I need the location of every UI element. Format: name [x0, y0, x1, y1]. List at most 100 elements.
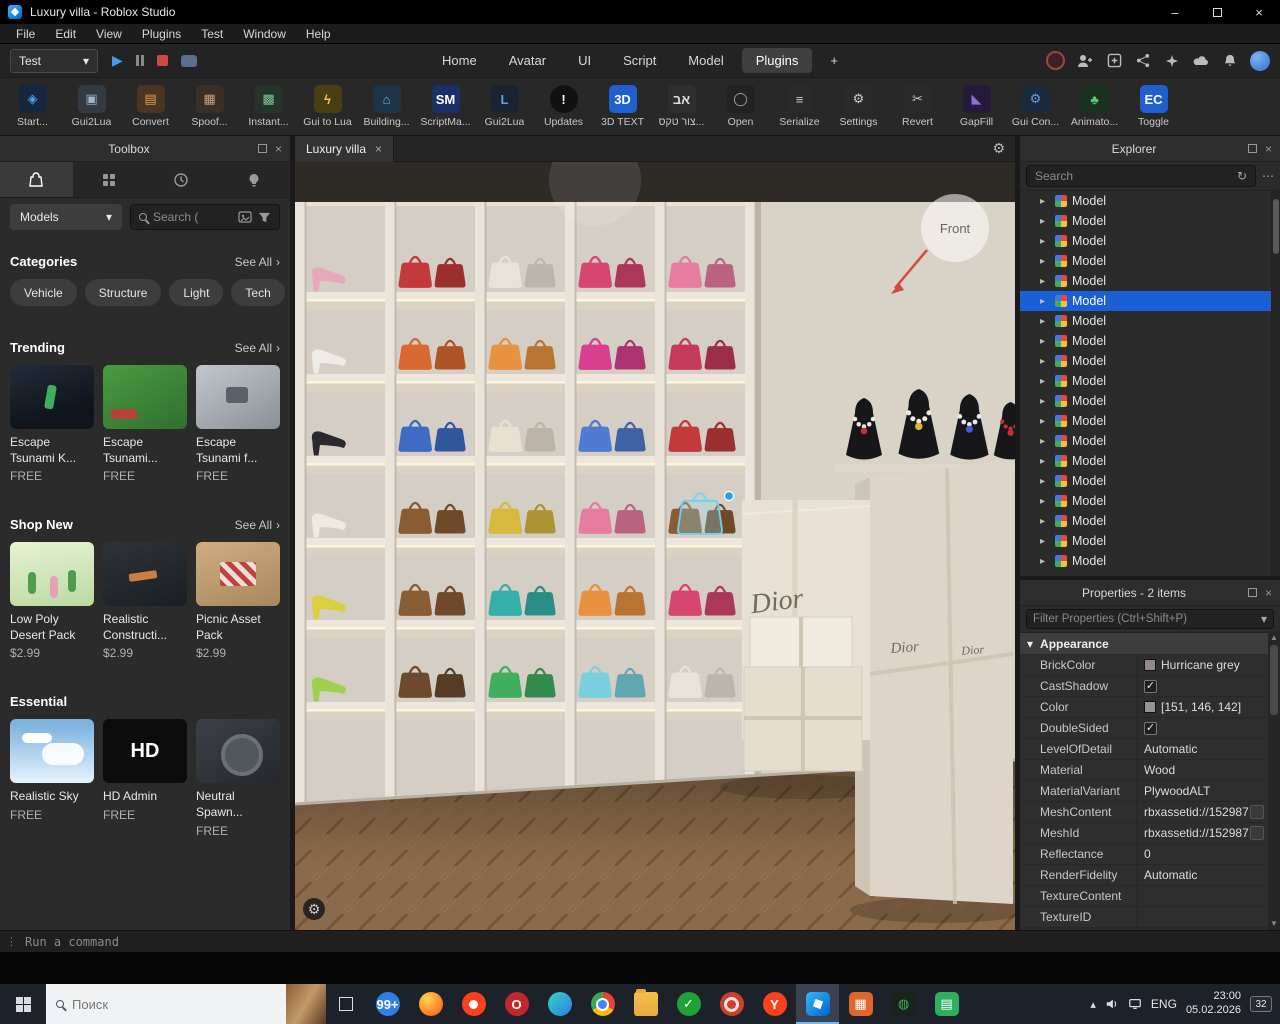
expand-arrow-icon[interactable]: ▸ [1040, 376, 1050, 387]
ribbon-tab[interactable]: Model [674, 48, 737, 73]
property-name[interactable]: CastShadow [1020, 676, 1138, 696]
taskbar-app[interactable] [409, 984, 452, 1024]
property-value[interactable]: ✓ [1138, 907, 1268, 927]
category-pill[interactable]: Light [169, 279, 224, 306]
see-all-shop-new-link[interactable]: See All › [235, 518, 280, 532]
taskbar-app[interactable]: ✓ [667, 984, 710, 1024]
toolbox-tab-recent[interactable] [145, 162, 218, 197]
ribbon-tab[interactable]: Avatar [495, 48, 560, 73]
explorer-item-model[interactable]: ▸ Model [1020, 391, 1280, 411]
close-panel-icon[interactable]: × [1265, 142, 1272, 156]
3d-viewport[interactable]: Dior Dior Dior Front ⚙ [295, 162, 1015, 930]
category-pill[interactable]: Tech [231, 279, 285, 306]
taskbar-app[interactable] [624, 984, 667, 1024]
taskbar-app[interactable]: Y [753, 984, 796, 1024]
property-name[interactable]: MeshId [1020, 823, 1138, 843]
ribbon-plugin-button[interactable]: ! Updates [534, 78, 593, 135]
ribbon-plugin-button[interactable]: ◈ Start... [3, 78, 62, 135]
expand-arrow-icon[interactable]: ▸ [1040, 216, 1050, 227]
menu-item[interactable]: Edit [45, 25, 86, 43]
ribbon-tab[interactable]: Home [428, 48, 491, 73]
explorer-item-model[interactable]: ▸ Model [1020, 311, 1280, 331]
clock[interactable]: 23:00 05.02.2026 [1186, 990, 1241, 1018]
see-all-categories-link[interactable]: See All › [235, 255, 280, 269]
explorer-item-model[interactable]: ▸ Model [1020, 431, 1280, 451]
stop-button[interactable] [156, 55, 168, 66]
expand-arrow-icon[interactable]: ▸ [1040, 456, 1050, 467]
assistant-sparkle-icon[interactable] [1163, 52, 1181, 70]
explorer-item-model[interactable]: ▸ Model [1020, 251, 1280, 271]
document-tab[interactable]: Luxury villa × [295, 135, 395, 162]
close-button[interactable]: × [1238, 0, 1280, 24]
property-name[interactable]: MeshContent [1020, 802, 1138, 822]
ribbon-plugin-button[interactable]: ⚙ Settings [829, 78, 888, 135]
chevron-down-icon[interactable]: ▾ [1261, 612, 1267, 626]
pause-button[interactable] [135, 55, 144, 66]
start-button[interactable] [0, 984, 46, 1024]
ribbon-plugin-button[interactable]: EC Toggle [1124, 78, 1183, 135]
properties-filter[interactable]: ▾ [1026, 609, 1274, 629]
ribbon-plugin-button[interactable]: ⚙ Gui Con... [1006, 78, 1065, 135]
scroll-up-icon[interactable]: ▲ [1270, 633, 1278, 642]
ribbon-plugin-button[interactable]: ▤ Convert [121, 78, 180, 135]
property-name[interactable]: DoubleSided [1020, 718, 1138, 738]
property-value[interactable]: ✓ rbxassetid://152987 [1138, 802, 1268, 822]
asset-category-dropdown[interactable]: Models ▾ [10, 204, 122, 230]
property-value[interactable]: ✓ [1138, 676, 1268, 696]
ribbon-plugin-button[interactable]: ≡ Serialize [770, 78, 829, 135]
menu-item[interactable]: View [86, 25, 132, 43]
ribbon-plugin-button[interactable]: ▦ Spoof... [180, 78, 239, 135]
expand-arrow-icon[interactable]: ▸ [1040, 316, 1050, 327]
volume-icon[interactable] [1105, 997, 1119, 1011]
explorer-item-model[interactable]: ▸ Model [1020, 371, 1280, 391]
scrollbar-thumb[interactable] [1272, 199, 1279, 254]
menu-item[interactable]: Test [191, 25, 233, 43]
asset-card[interactable]: Picnic Asset Pack $2.99 [196, 542, 280, 660]
property-value[interactable]: ✓ [1138, 718, 1268, 738]
asset-card[interactable]: HD HD Admin FREE [103, 719, 187, 837]
taskbar-app[interactable] [796, 984, 839, 1024]
taskbar-app[interactable]: 99+ [366, 984, 409, 1024]
explorer-item-model[interactable]: ▸ Model [1020, 451, 1280, 471]
properties-filter-input[interactable] [1033, 613, 1257, 625]
expand-arrow-icon[interactable]: ▸ [1040, 516, 1050, 527]
scroll-down-icon[interactable]: ▼ [1270, 919, 1278, 928]
taskbar-app[interactable] [538, 984, 581, 1024]
float-panel-icon[interactable] [1247, 588, 1257, 597]
asset-picker-icon[interactable] [1250, 826, 1264, 840]
scrollbar-thumb[interactable] [1270, 645, 1278, 715]
property-value[interactable]: ✓ Wood [1138, 760, 1268, 780]
ribbon-plugin-button[interactable]: 3D 3D TEXT [593, 78, 652, 135]
float-panel-icon[interactable] [257, 144, 267, 153]
property-name[interactable]: Material [1020, 760, 1138, 780]
hidden-icons-chevron[interactable]: ▴ [1090, 998, 1096, 1011]
drag-handle[interactable] [723, 490, 735, 502]
more-options-icon[interactable]: ⋯ [1262, 169, 1274, 183]
property-name[interactable]: TextureID [1020, 907, 1138, 927]
ribbon-plugin-button[interactable]: ▣ Gui2Lua [62, 78, 121, 135]
expand-arrow-icon[interactable]: ▸ [1040, 396, 1050, 407]
explorer-item-model[interactable]: ▸ Model [1020, 551, 1280, 571]
property-value[interactable]: ✓ Automatic [1138, 739, 1268, 759]
toolbox-search[interactable] [130, 204, 280, 230]
toolbox-tab-inventory[interactable] [73, 162, 146, 197]
explorer-item-model[interactable]: ▸ Model [1020, 351, 1280, 371]
ribbon-tab[interactable]: Script [609, 48, 670, 73]
minimize-button[interactable]: – [1154, 0, 1196, 24]
ribbon-tab[interactable]: + [816, 48, 852, 73]
ribbon-plugin-button[interactable]: אב צור טקס... [652, 78, 711, 135]
expand-arrow-icon[interactable]: ▸ [1040, 256, 1050, 267]
ribbon-plugin-button[interactable]: ◯ Open [711, 78, 770, 135]
explorer-search[interactable]: ↻ [1026, 165, 1256, 187]
expand-arrow-icon[interactable]: ▸ [1040, 556, 1050, 567]
explorer-item-model[interactable]: ▸ Model [1020, 211, 1280, 231]
expand-arrow-icon[interactable]: ▸ [1040, 296, 1050, 307]
toolbox-tab-creations[interactable] [218, 162, 291, 197]
asset-picker-icon[interactable] [1250, 805, 1264, 819]
record-button[interactable] [180, 54, 197, 67]
checkbox-checked-icon[interactable]: ✓ [1144, 679, 1157, 693]
asset-card[interactable]: Low Poly Desert Pack $2.99 [10, 542, 94, 660]
menu-item[interactable]: Plugins [132, 25, 191, 43]
ribbon-tab[interactable]: UI [564, 48, 605, 73]
3d-scene[interactable]: Dior Dior Dior Front [295, 162, 1015, 930]
